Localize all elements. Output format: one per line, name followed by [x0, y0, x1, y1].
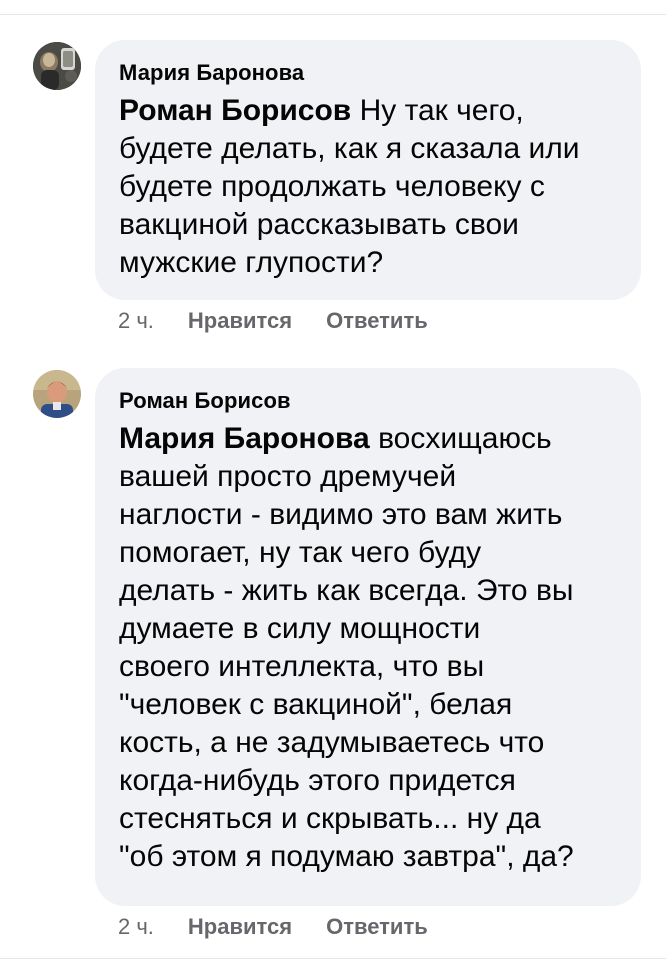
- like-button[interactable]: Нравится: [188, 914, 292, 939]
- top-divider: [0, 14, 666, 15]
- reply-button[interactable]: Ответить: [326, 914, 428, 939]
- reply-button[interactable]: Ответить: [326, 308, 428, 333]
- comment-mention[interactable]: Мария Баронова: [119, 422, 370, 455]
- comment-text: Мария Баронова восхищаюсь вашей просто д…: [119, 420, 617, 876]
- comment-bubble: Роман Борисов Мария Баронова восхищаюсь …: [95, 368, 641, 906]
- comment-time[interactable]: 2 ч.: [118, 914, 154, 939]
- comment-author[interactable]: Роман Борисов: [119, 388, 617, 414]
- comment-author[interactable]: Мария Баронова: [119, 60, 617, 86]
- avatar-maria[interactable]: [33, 42, 81, 90]
- comment-mention[interactable]: Роман Борисов: [119, 94, 351, 127]
- avatar-roman-image: [33, 370, 81, 418]
- like-button[interactable]: Нравится: [188, 308, 292, 333]
- comment-bubble: Мария Баронова Роман Борисов Ну так чего…: [95, 40, 641, 300]
- comment-body: восхищаюсь вашей просто дремучей наглост…: [119, 422, 574, 873]
- comment-text: Роман Борисов Ну так чего, будете делать…: [119, 92, 617, 282]
- comment-meta: 2 ч. Нравится Ответить: [118, 914, 428, 940]
- comment-meta: 2 ч. Нравится Ответить: [118, 308, 428, 334]
- avatar-roman[interactable]: [33, 370, 81, 418]
- avatar-maria-image: [33, 42, 81, 90]
- bottom-divider: [0, 958, 666, 959]
- comment-time[interactable]: 2 ч.: [118, 308, 154, 333]
